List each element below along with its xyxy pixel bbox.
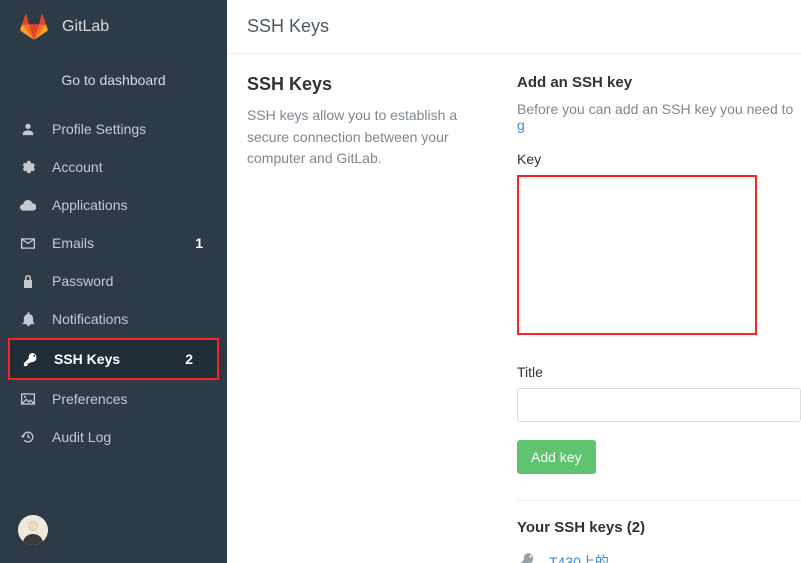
sidebar-badge: 2 <box>185 351 197 367</box>
page-title: SSH Keys <box>227 0 801 54</box>
key-icon <box>517 552 535 563</box>
sidebar-item-profile-settings[interactable]: Profile Settings <box>0 110 227 148</box>
sidebar-item-notifications[interactable]: Notifications <box>0 300 227 338</box>
form-column: Add an SSH key Before you can add an SSH… <box>517 74 801 563</box>
helper-link[interactable]: g <box>517 117 525 133</box>
ssh-key-name[interactable]: T430上的 <box>549 552 609 563</box>
title-field-label: Title <box>517 364 801 380</box>
brand-header[interactable]: GitLab <box>0 0 227 54</box>
bell-icon <box>20 311 36 327</box>
description-column: SSH Keys SSH keys allow you to establish… <box>247 74 487 563</box>
sidebar-item-account[interactable]: Account <box>0 148 227 186</box>
your-keys-heading: Your SSH keys (2) <box>517 519 801 536</box>
gear-icon <box>20 159 36 175</box>
add-key-button[interactable]: Add key <box>517 440 596 474</box>
sidebar-item-ssh-keys[interactable]: SSH Keys 2 <box>10 340 217 378</box>
section-description: SSH keys allow you to establish a secure… <box>247 105 487 170</box>
sidebar-item-label: Password <box>52 273 207 289</box>
envelope-icon <box>20 235 36 251</box>
sidebar-item-label: Preferences <box>52 391 207 407</box>
key-field-label: Key <box>517 151 801 167</box>
ssh-key-item[interactable]: T430上的 <box>517 552 801 563</box>
sidebar-item-label: Emails <box>52 235 179 251</box>
sidebar-item-label: Profile Settings <box>52 121 207 137</box>
brand-name: GitLab <box>62 18 109 36</box>
gitlab-logo-icon <box>20 14 48 40</box>
image-icon <box>20 391 36 407</box>
sidebar-item-password[interactable]: Password <box>0 262 227 300</box>
sidebar-item-audit-log[interactable]: Audit Log <box>0 418 227 456</box>
divider <box>517 500 801 501</box>
sidebar-item-label: Notifications <box>52 311 207 327</box>
sidebar-item-label: Account <box>52 159 207 175</box>
helper-text: Before you can add an SSH key you need t… <box>517 101 801 133</box>
highlight-annotation: SSH Keys 2 <box>8 338 219 380</box>
lock-icon <box>20 273 36 289</box>
key-textarea[interactable] <box>517 175 757 335</box>
sidebar-badge: 1 <box>195 235 207 251</box>
sidebar-item-applications[interactable]: Applications <box>0 186 227 224</box>
cloud-icon <box>20 197 36 213</box>
avatar <box>18 515 48 545</box>
sidebar-item-preferences[interactable]: Preferences <box>0 380 227 418</box>
sidebar: GitLab Go to dashboard Profile Settings … <box>0 0 227 563</box>
main-area: SSH Keys SSH Keys SSH keys allow you to … <box>227 0 801 563</box>
section-heading: SSH Keys <box>247 74 487 95</box>
go-to-dashboard-link[interactable]: Go to dashboard <box>0 54 227 110</box>
add-key-heading: Add an SSH key <box>517 74 801 91</box>
sidebar-item-label: Applications <box>52 197 207 213</box>
key-icon <box>22 351 38 367</box>
user-icon <box>20 121 36 137</box>
sidebar-item-emails[interactable]: Emails 1 <box>0 224 227 262</box>
history-icon <box>20 429 36 445</box>
sidebar-nav: Profile Settings Account Applications Em… <box>0 110 227 456</box>
sidebar-item-label: Audit Log <box>52 429 207 445</box>
helper-text-pre: Before you can add an SSH key you need t… <box>517 101 793 117</box>
user-avatar-area[interactable] <box>0 497 227 563</box>
title-input[interactable] <box>517 388 801 422</box>
content: SSH Keys SSH keys allow you to establish… <box>227 54 801 563</box>
sidebar-item-label: SSH Keys <box>54 351 169 367</box>
